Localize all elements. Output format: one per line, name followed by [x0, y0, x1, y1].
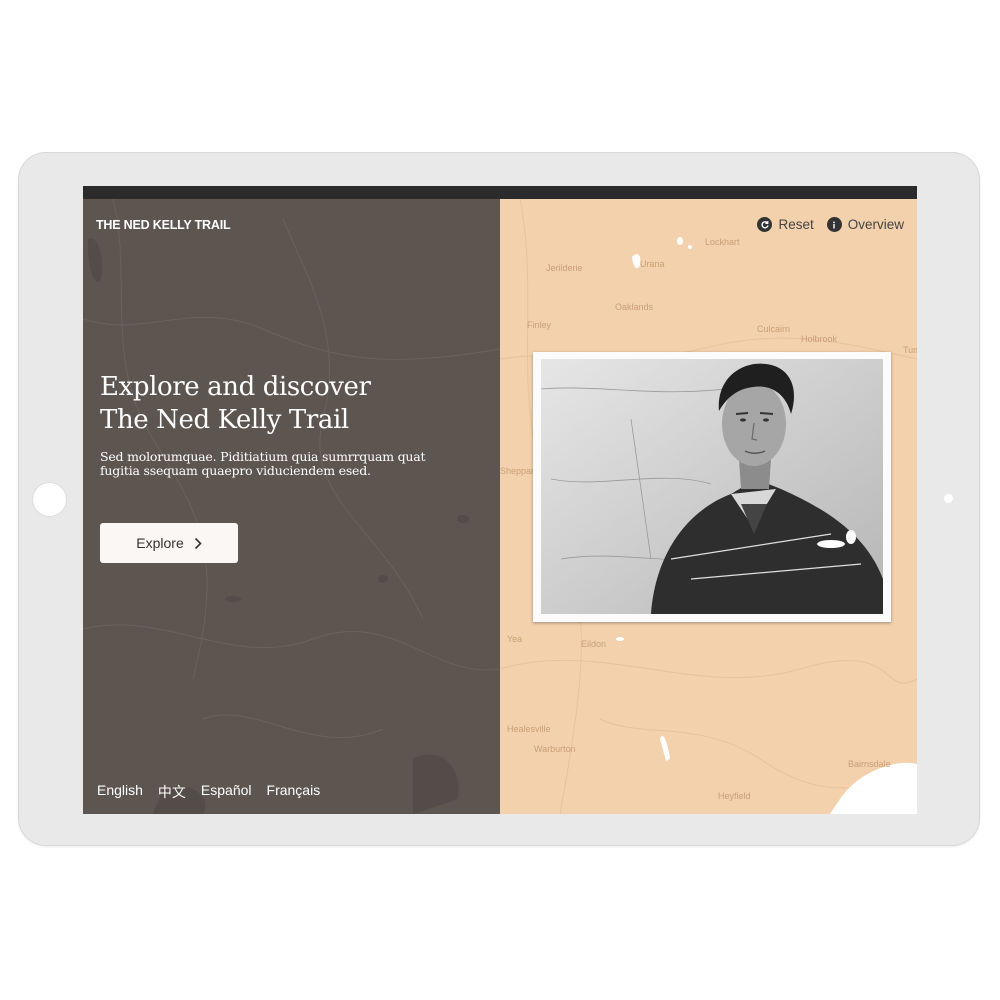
brand-title: THE NED KELLY TRAIL	[96, 218, 231, 232]
map-label: Lockhart	[705, 237, 740, 247]
lang-english[interactable]: English	[97, 782, 143, 802]
chevron-right-icon	[194, 537, 202, 549]
hero-subtitle: Sed molorumquae. Piditiatium quia sumrrq…	[100, 449, 426, 478]
map-label: Heyfield	[718, 791, 751, 801]
map-label: Tumbarumba	[903, 345, 917, 355]
map-label: Finley	[527, 320, 552, 330]
lang-french[interactable]: Français	[267, 782, 321, 802]
portrait-illustration	[541, 359, 883, 614]
map-label: Healesville	[507, 724, 551, 734]
reset-icon	[757, 217, 773, 232]
overview-label: Overview	[847, 217, 904, 232]
lang-spanish[interactable]: Español	[201, 782, 252, 802]
header-actions: Reset Overview	[757, 217, 904, 232]
map-label: Warburton	[534, 744, 576, 754]
home-button[interactable]	[33, 483, 66, 516]
lang-chinese[interactable]: 中文	[158, 782, 186, 802]
map-label: Culcairn	[757, 324, 791, 334]
status-bar	[83, 186, 917, 199]
info-icon	[826, 217, 842, 232]
map-label: Eildon	[581, 639, 607, 649]
hero-title-line2: The Ned Kelly Trail	[100, 405, 349, 435]
portrait-frame[interactable]	[533, 352, 891, 622]
explore-button-label: Explore	[136, 535, 184, 551]
hero-title: Explore and discover The Ned Kelly Trail	[100, 371, 371, 437]
portrait-photo	[541, 359, 883, 614]
map-label: Oaklands	[615, 302, 654, 312]
reset-label: Reset	[778, 217, 814, 232]
map-panel[interactable]: Lockhart Jerilderie Urana Oaklands Finle…	[500, 199, 917, 814]
intro-panel: THE NED KELLY TRAIL Explore and discover…	[83, 199, 500, 814]
map-label: Yea	[507, 634, 523, 644]
map-label: Holbrook	[801, 334, 838, 344]
front-camera	[944, 494, 953, 503]
language-switcher: English 中文 Español Français	[97, 782, 320, 802]
app-screen: THE NED KELLY TRAIL Explore and discover…	[83, 186, 917, 814]
reset-button[interactable]: Reset	[757, 217, 814, 232]
overview-button[interactable]: Overview	[826, 217, 904, 232]
map-label: Jerilderie	[546, 263, 583, 273]
map-label: Bairnsdale	[848, 759, 891, 769]
explore-button[interactable]: Explore	[100, 523, 238, 563]
hero-title-line1: Explore and discover	[100, 372, 371, 402]
map-texture-dark	[83, 199, 500, 814]
map-label: Urana	[640, 259, 665, 269]
